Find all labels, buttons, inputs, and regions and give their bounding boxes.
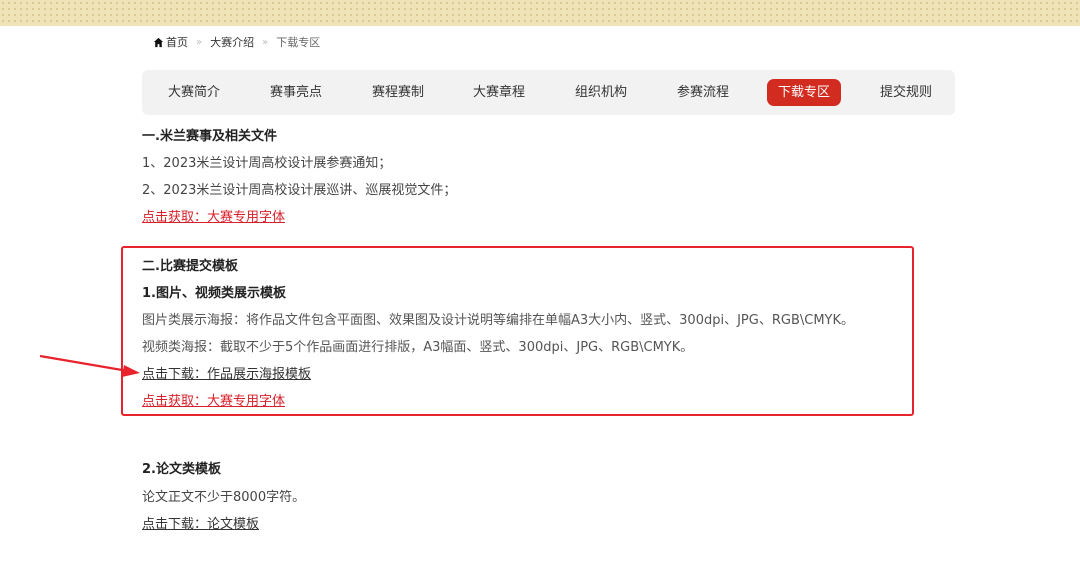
tab-process[interactable]: 参赛流程 [677, 79, 729, 106]
home-icon [153, 37, 164, 47]
breadcrumb-link-intro[interactable]: 大赛介绍 [210, 34, 254, 50]
tab-bar: 大赛简介 赛事亮点 赛程赛制 大赛章程 组织机构 参赛流程 下载专区 提交规则 [142, 70, 955, 115]
tab-schedule[interactable]: 赛程赛制 [372, 79, 424, 106]
top-decorative-band [0, 0, 1080, 26]
section2-subtitle: 1.图片、视频类展示模板 [142, 286, 286, 301]
section2-title: 二.比赛提交模板 [142, 259, 238, 274]
section1-font-link[interactable]: 点击获取：大赛专用字体 [142, 206, 285, 225]
section2-video-desc: 视频类海报：截取不少于5个作品画面进行排版，A3幅面、竖式、300dpi、JPG… [142, 340, 694, 355]
tab-highlights[interactable]: 赛事亮点 [270, 79, 322, 106]
section1-title: 一.米兰赛事及相关文件 [142, 129, 277, 144]
breadcrumb-current: 下载专区 [276, 36, 321, 49]
breadcrumb-separator: » [196, 36, 203, 48]
thesis-template-download-link[interactable]: 点击下载：论文模板 [142, 513, 259, 532]
tab-rules[interactable]: 大赛章程 [473, 79, 525, 106]
section1-line-1: 1、2023米兰设计周高校设计展参赛通知； [142, 156, 392, 171]
section1-line-2: 2、2023米兰设计周高校设计展巡讲、巡展视觉文件； [142, 183, 457, 198]
section3-desc: 论文正文不少于8000字符。 [142, 490, 306, 505]
pointer-arrow-icon [39, 354, 140, 377]
section3-title: 2.论文类模板 [142, 462, 221, 477]
tab-intro[interactable]: 大赛简介 [168, 79, 220, 106]
tab-organization[interactable]: 组织机构 [575, 79, 627, 106]
breadcrumb: 首页 » 大赛介绍 » 下载专区 [153, 34, 320, 50]
breadcrumb-separator: » [262, 36, 269, 48]
breadcrumb-home-link[interactable]: 首页 [166, 34, 188, 50]
poster-template-download-link[interactable]: 点击下载：作品展示海报模板 [142, 363, 311, 382]
tab-submission-rules[interactable]: 提交规则 [880, 79, 932, 106]
section2-poster-desc: 图片类展示海报：将作品文件包含平面图、效果图及设计说明等编排在单幅A3大小内、竖… [142, 313, 855, 328]
tab-downloads[interactable]: 下载专区 [767, 79, 842, 106]
section2-font-link[interactable]: 点击获取：大赛专用字体 [142, 390, 285, 409]
